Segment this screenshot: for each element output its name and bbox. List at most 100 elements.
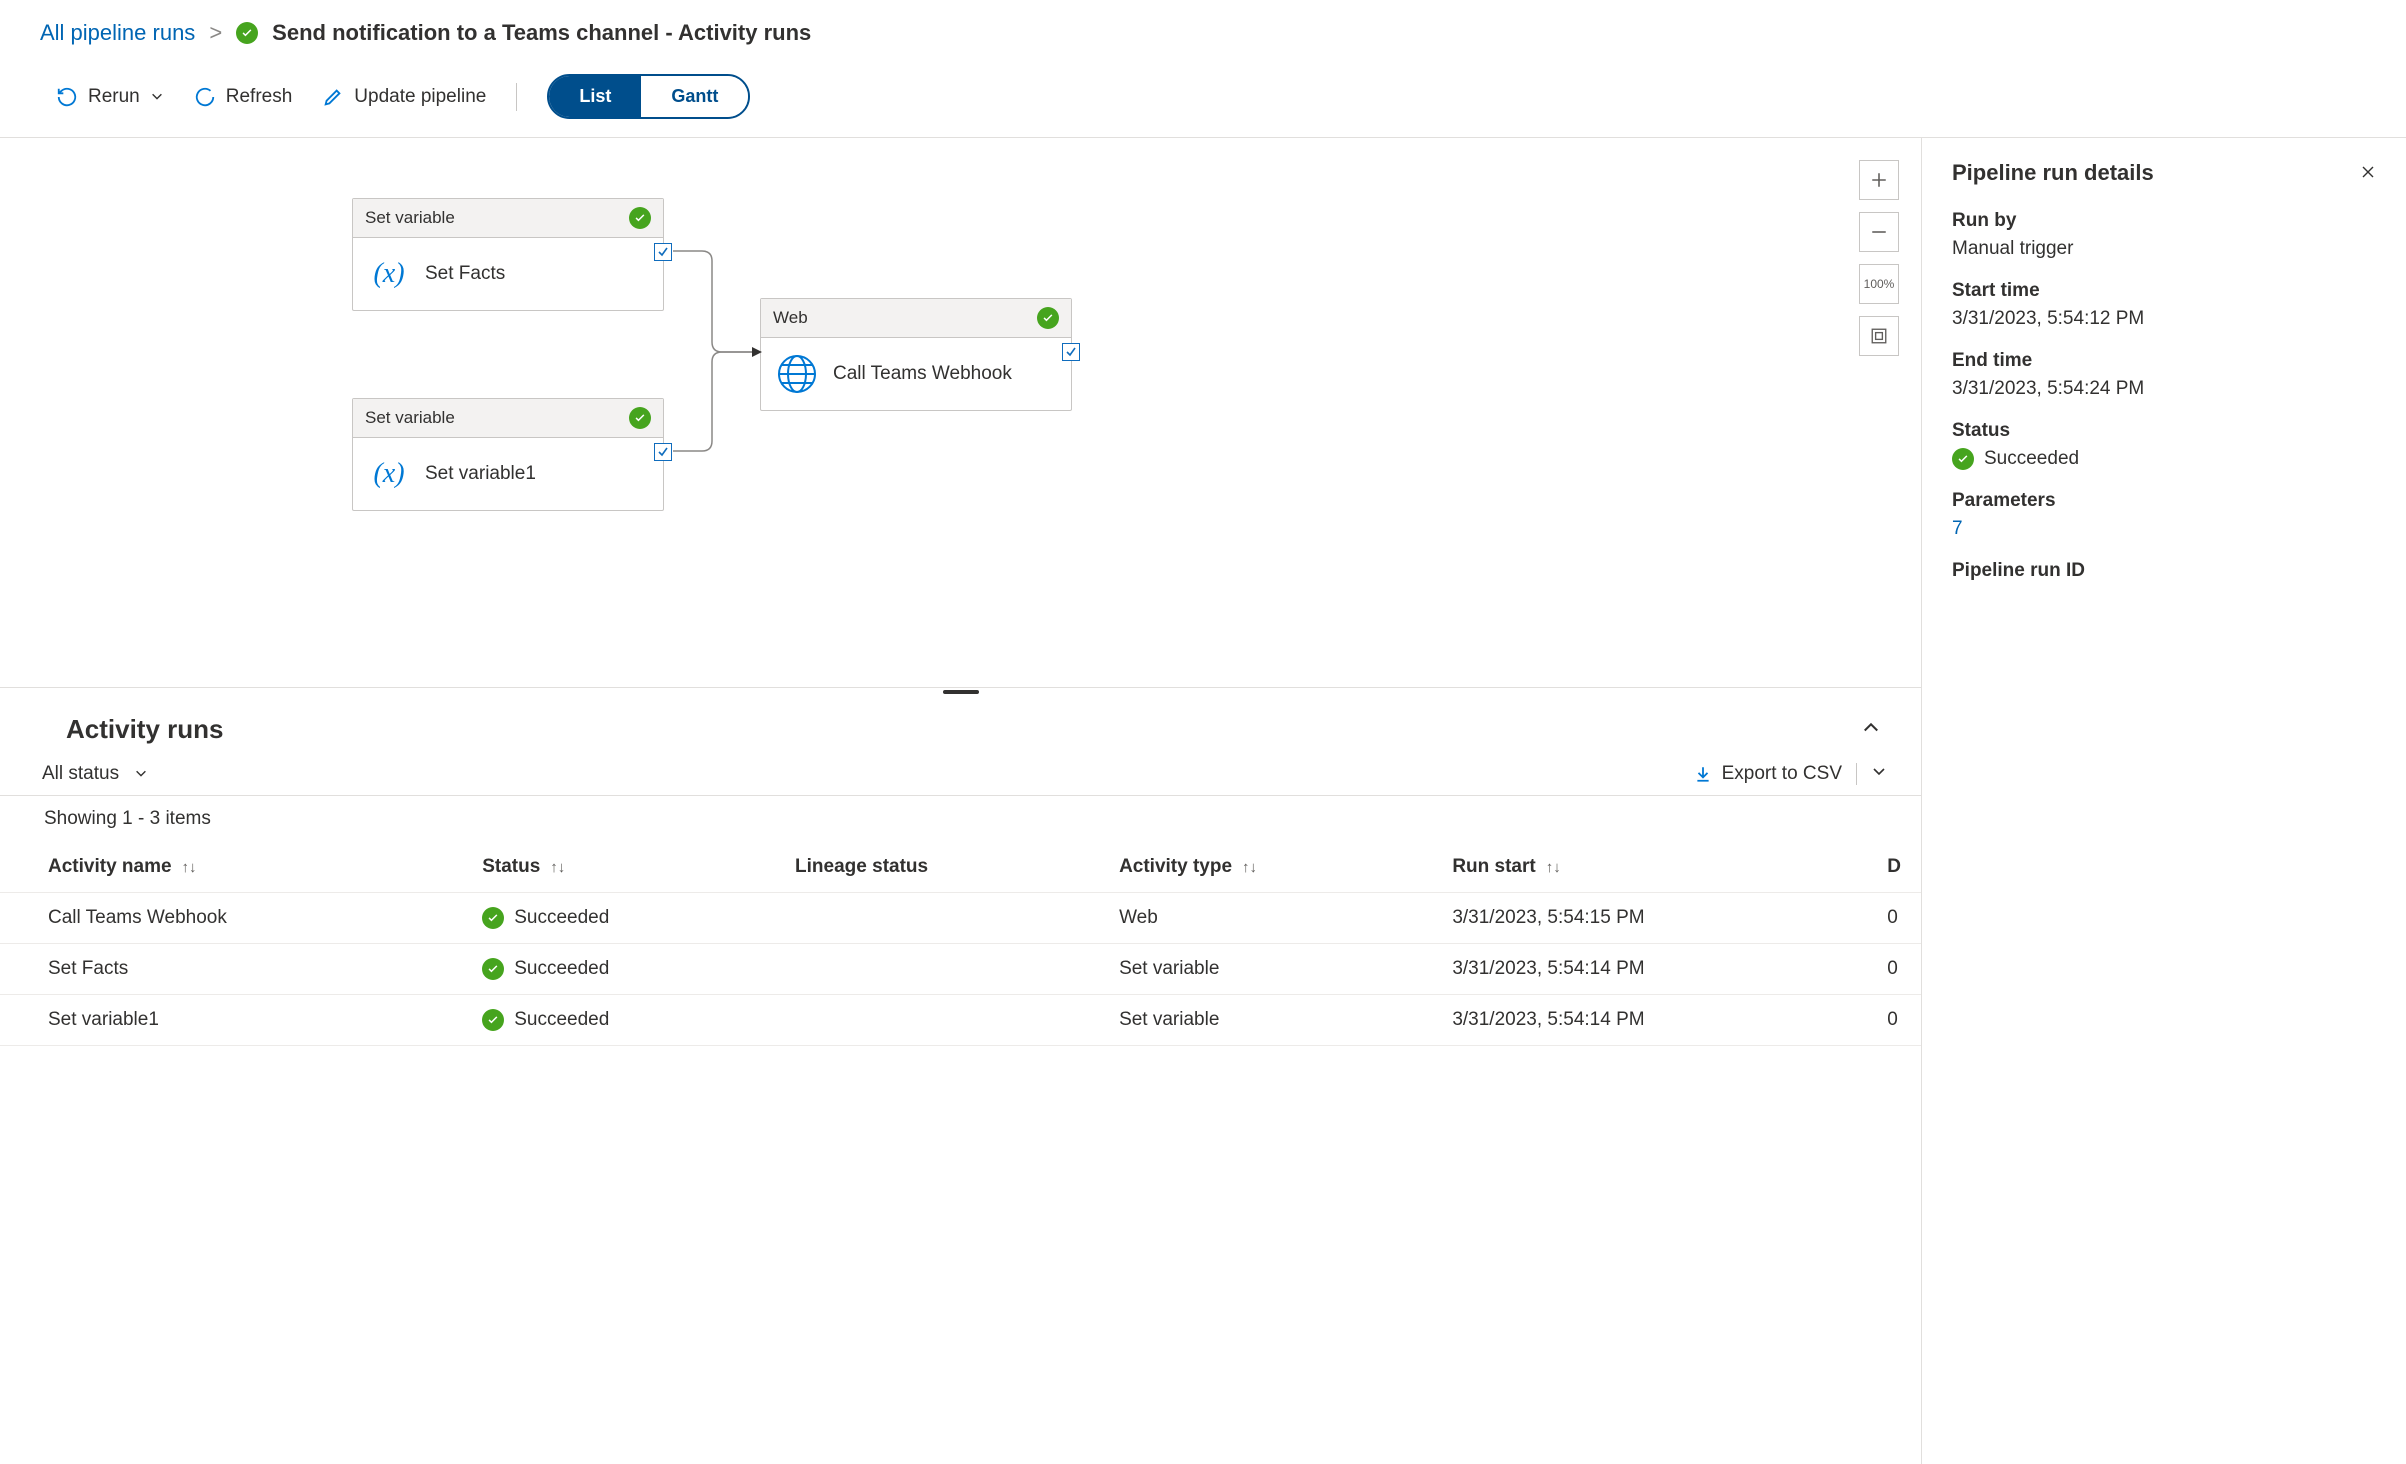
parameters-link[interactable]: 7 (1952, 518, 1963, 539)
fit-to-screen-button[interactable] (1859, 316, 1899, 356)
refresh-icon (194, 86, 216, 108)
svg-text:(x): (x) (373, 258, 404, 289)
run-id-label: Pipeline run ID (1952, 560, 2376, 582)
toolbar: Rerun Refresh Update pipeline List Gantt (0, 56, 2406, 138)
node-name: Call Teams Webhook (833, 362, 1012, 387)
sort-icon: ↑↓ (182, 859, 197, 876)
cell-run-start: 3/31/2023, 5:54:14 PM (1432, 995, 1867, 1046)
rerun-button[interactable]: Rerun (56, 86, 164, 108)
rerun-label: Rerun (88, 86, 140, 108)
node-header: Web (761, 299, 1071, 338)
status-value: Succeeded (1984, 448, 2079, 470)
sort-icon: ↑↓ (1242, 859, 1257, 876)
status-label: Status (1952, 420, 2376, 442)
parameters-label: Parameters (1952, 490, 2376, 512)
pipeline-canvas[interactable]: 100% Set variable (x) Set Facts (0, 138, 1921, 688)
zoom-reset-label: 100% (1864, 277, 1895, 291)
table-row[interactable]: Set variable1Succeeded Set variable3/31/2… (0, 995, 1921, 1046)
cell-lineage (775, 995, 1099, 1046)
output-port[interactable] (654, 243, 672, 261)
zoom-in-button[interactable] (1859, 160, 1899, 200)
status-success-icon (1952, 448, 1974, 470)
splitter[interactable] (0, 688, 1921, 696)
activity-runs-section: Activity runs All status (0, 696, 1921, 1464)
variable-icon: (x) (367, 452, 411, 496)
zoom-out-button[interactable] (1859, 212, 1899, 252)
cell-activity-type: Set variable (1099, 944, 1432, 995)
svg-text:(x): (x) (373, 458, 404, 489)
cell-status: Succeeded (462, 893, 775, 944)
toolbar-divider (516, 83, 517, 111)
divider (1856, 763, 1857, 785)
collapse-icon[interactable] (1861, 718, 1881, 741)
output-port[interactable] (1062, 343, 1080, 361)
cell-partial: 0 (1867, 893, 1921, 944)
node-header: Set variable (353, 399, 663, 438)
status-success-icon (482, 958, 504, 980)
status-success-icon (629, 207, 651, 229)
status-success-icon (629, 407, 651, 429)
status-filter-dropdown[interactable]: All status (42, 763, 148, 785)
details-heading: Pipeline run details (1952, 160, 2154, 186)
col-activity-name[interactable]: Activity name↑↓ (0, 842, 462, 893)
export-more-button[interactable] (1871, 763, 1887, 785)
cell-partial: 0 (1867, 944, 1921, 995)
chevron-down-icon (150, 87, 164, 109)
col-run-start[interactable]: Run start ↑↓ (1432, 842, 1867, 893)
activity-node-set-facts[interactable]: Set variable (x) Set Facts (352, 198, 664, 311)
close-button[interactable] (2360, 164, 2376, 183)
cell-partial: 0 (1867, 995, 1921, 1046)
export-csv-label: Export to CSV (1722, 763, 1842, 785)
refresh-label: Refresh (226, 86, 293, 108)
status-success-icon (1037, 307, 1059, 329)
breadcrumb-separator: > (209, 20, 222, 46)
main-area: 100% Set variable (x) Set Facts (0, 138, 2406, 1464)
canvas-column: 100% Set variable (x) Set Facts (0, 138, 1922, 1464)
output-port[interactable] (654, 443, 672, 461)
col-lineage[interactable]: Lineage status (775, 842, 1099, 893)
sort-icon: ↑↓ (1546, 859, 1561, 876)
status-success-icon (482, 907, 504, 929)
breadcrumb: All pipeline runs > Send notification to… (0, 0, 2406, 56)
update-pipeline-button[interactable]: Update pipeline (322, 86, 486, 108)
start-time-label: Start time (1952, 280, 2376, 302)
col-status[interactable]: Status↑↓ (462, 842, 775, 893)
node-type-label: Set variable (365, 408, 455, 428)
cell-lineage (775, 893, 1099, 944)
view-toggle-gantt[interactable]: Gantt (641, 76, 748, 117)
status-filter-label: All status (42, 763, 119, 784)
col-partial[interactable]: D (1867, 842, 1921, 893)
table-row[interactable]: Call Teams WebhookSucceededWeb3/31/2023,… (0, 893, 1921, 944)
table-row[interactable]: Set FactsSucceeded Set variable3/31/2023,… (0, 944, 1921, 995)
download-icon (1694, 765, 1712, 783)
variable-icon: (x) (367, 252, 411, 296)
view-toggle-list[interactable]: List (549, 76, 641, 117)
start-time-value: 3/31/2023, 5:54:12 PM (1952, 308, 2376, 330)
zoom-reset-button[interactable]: 100% (1859, 264, 1899, 304)
cell-activity-type: Web (1099, 893, 1432, 944)
node-name: Set variable1 (425, 463, 536, 485)
run-by-value: Manual trigger (1952, 238, 2376, 260)
activity-node-call-teams-webhook[interactable]: Web Call Teams Webhook (760, 298, 1072, 411)
cell-status: Succeeded (462, 995, 775, 1046)
update-pipeline-label: Update pipeline (354, 86, 486, 108)
node-body: (x) Set variable1 (353, 438, 663, 510)
cell-activity-name: Set Facts (0, 944, 462, 995)
cell-status: Succeeded (462, 944, 775, 995)
globe-icon (775, 352, 819, 396)
run-by-label: Run by (1952, 210, 2376, 232)
edit-icon (322, 86, 344, 108)
cell-activity-name: Set variable1 (0, 995, 462, 1046)
node-type-label: Web (773, 308, 808, 328)
activity-node-set-variable1[interactable]: Set variable (x) Set variable1 (352, 398, 664, 511)
col-label: Run start (1452, 856, 1535, 877)
node-body: (x) Set Facts (353, 238, 663, 310)
cell-run-start: 3/31/2023, 5:54:15 PM (1432, 893, 1867, 944)
refresh-button[interactable]: Refresh (194, 86, 293, 108)
export-csv-button[interactable]: Export to CSV (1694, 763, 1842, 785)
cell-activity-type: Set variable (1099, 995, 1432, 1046)
col-activity-type[interactable]: Activity type↑↓ (1099, 842, 1432, 893)
breadcrumb-root-link[interactable]: All pipeline runs (40, 20, 195, 46)
cell-run-start: 3/31/2023, 5:54:14 PM (1432, 944, 1867, 995)
activity-runs-table: Activity name↑↓ Status↑↓ Lineage status … (0, 842, 1921, 1046)
